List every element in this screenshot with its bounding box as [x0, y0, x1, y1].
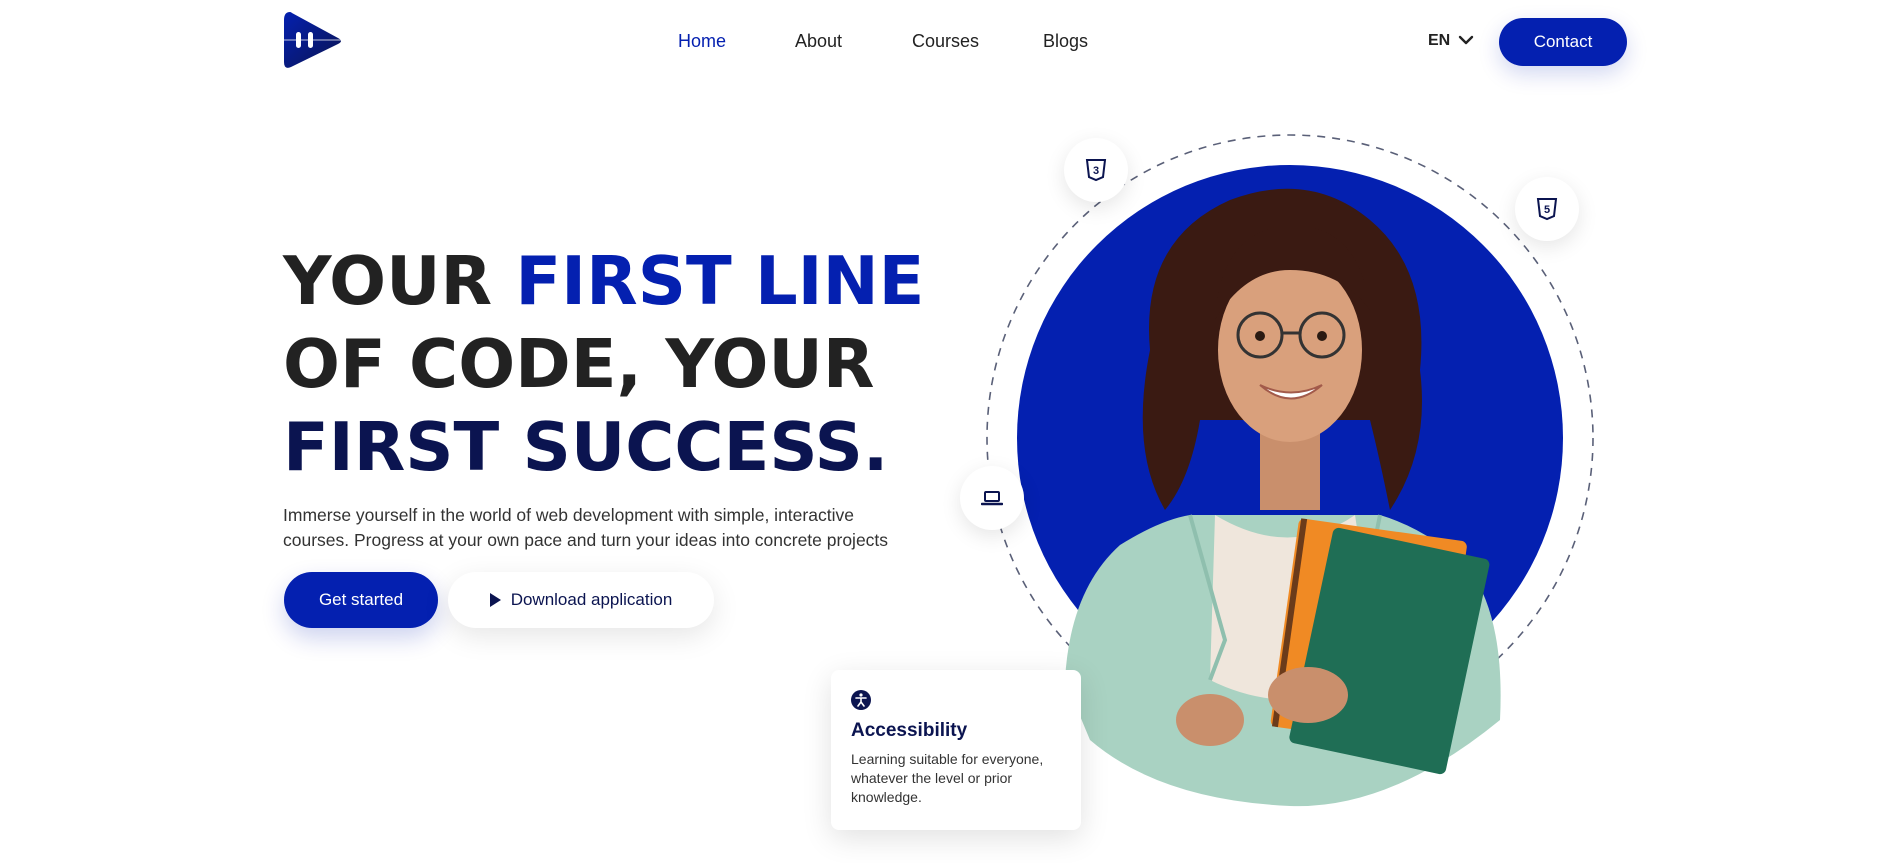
play-icon — [489, 593, 501, 607]
language-label: EN — [1428, 32, 1451, 49]
hero-headline: YOUR FIRST LINE OF CODE, YOUR FIRST SUCC… — [283, 240, 924, 489]
download-app-label: Download application — [510, 590, 673, 609]
headline-line-2: OF CODE, YOUR — [283, 325, 875, 403]
nav-home[interactable]: Home — [678, 31, 726, 52]
css3-icon: 3 — [1085, 159, 1107, 182]
download-app-button[interactable]: Download application — [448, 572, 714, 628]
accessibility-card: Accessibility Learning suitable for ever… — [831, 670, 1081, 830]
language-selector[interactable]: EN — [1428, 32, 1474, 50]
accessibility-icon — [851, 690, 871, 710]
headline-line-1: YOUR FIRST LINE — [283, 240, 924, 323]
contact-button[interactable]: Contact — [1499, 18, 1627, 66]
brand-logo[interactable] — [284, 10, 342, 72]
laptop-badge[interactable] — [960, 466, 1024, 530]
hero-description: Immerse yourself in the world of web dev… — [283, 505, 889, 550]
laptop-icon — [981, 491, 1003, 506]
get-started-button[interactable]: Get started — [284, 572, 438, 628]
card-title: Accessibility — [851, 720, 968, 741]
svg-text:5: 5 — [1544, 204, 1550, 216]
html5-badge[interactable]: 5 — [1515, 177, 1579, 241]
card-text: Learning suitable for everyone, whatever… — [851, 751, 1044, 805]
nav-blogs[interactable]: Blogs — [1043, 31, 1088, 52]
headline-line-3: FIRST SUCCESS. — [283, 408, 889, 486]
nav-about[interactable]: About — [795, 31, 842, 52]
headline-first-line: FIRST LINE — [515, 242, 925, 320]
css3-badge[interactable]: 3 — [1064, 138, 1128, 202]
chevron-down-icon — [1458, 32, 1474, 50]
headline-your: YOUR — [283, 242, 516, 320]
svg-text:3: 3 — [1093, 165, 1099, 177]
html5-icon: 5 — [1536, 198, 1558, 221]
nav-courses[interactable]: Courses — [912, 31, 979, 52]
